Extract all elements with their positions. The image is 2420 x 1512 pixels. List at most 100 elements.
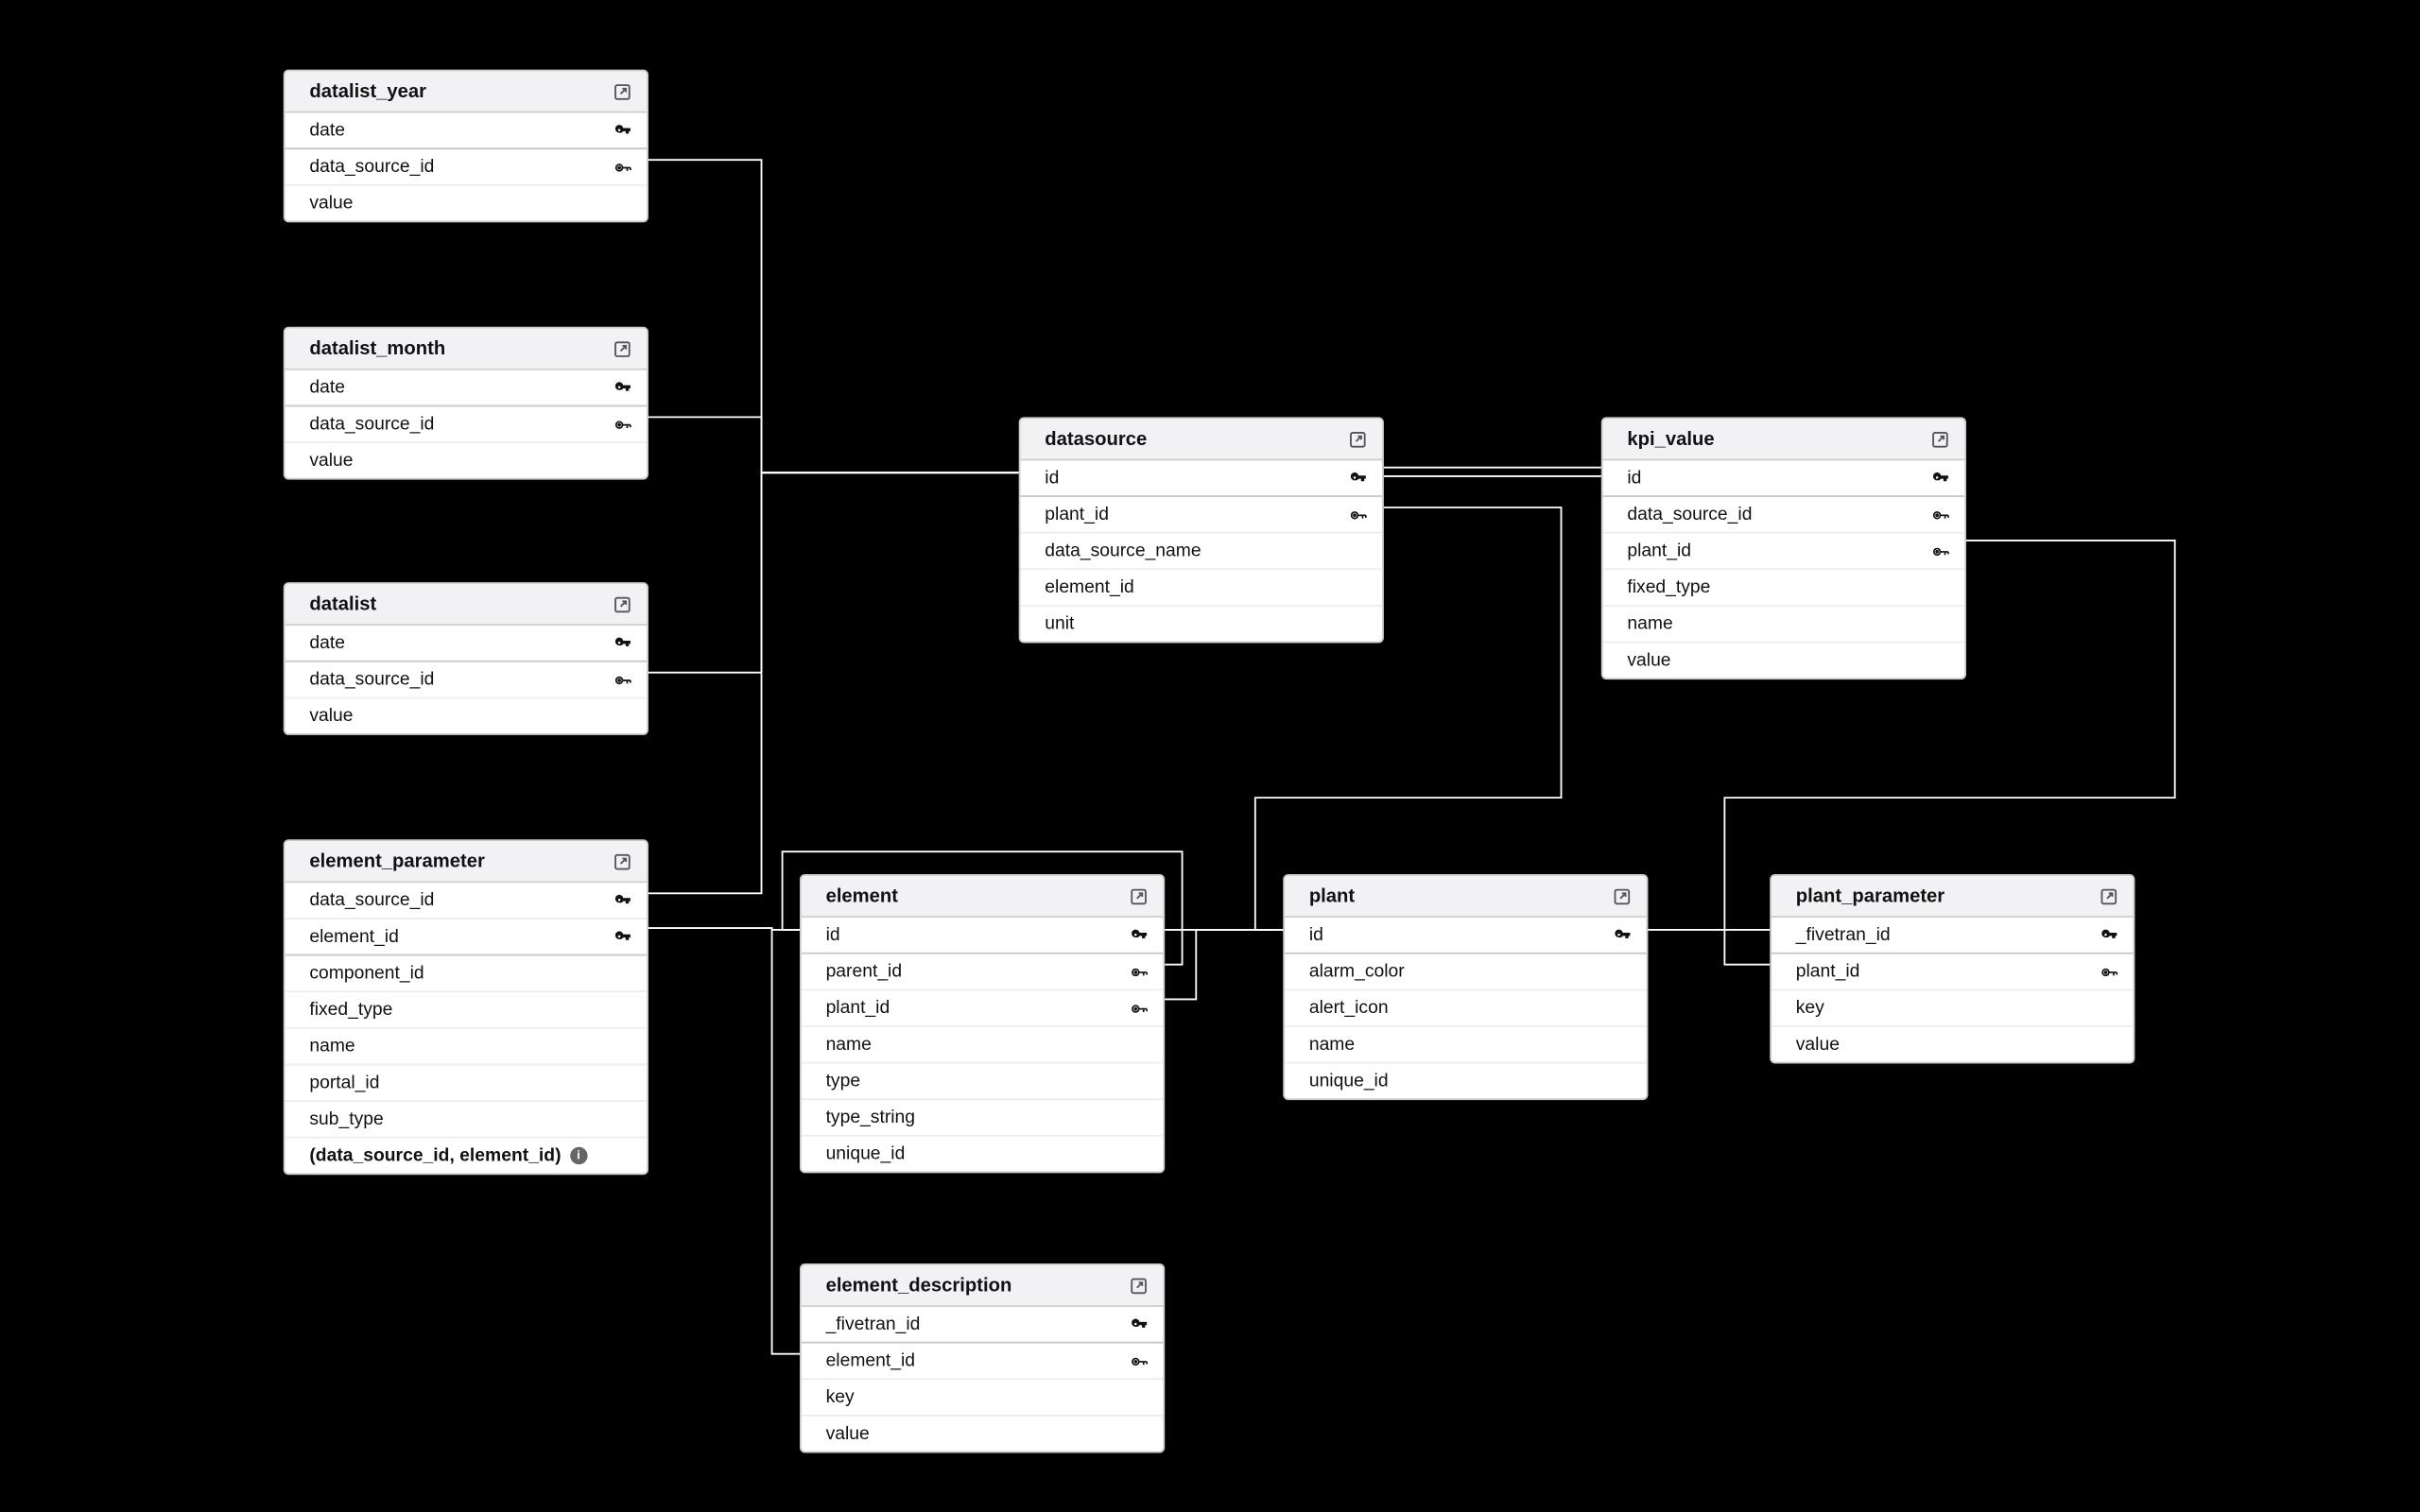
entity-header[interactable]: datasource — [1021, 419, 1383, 460]
erd-canvas[interactable]: datalist_yeardatedata_source_idvaluedata… — [0, 0, 2416, 1512]
column-row[interactable]: data_source_id — [1603, 495, 1965, 533]
entity-header[interactable]: element_parameter — [285, 841, 648, 883]
column-row[interactable]: alert_icon — [1285, 990, 1647, 1027]
column-row[interactable]: value — [285, 443, 648, 478]
column-row[interactable]: plant_id — [1603, 534, 1965, 571]
expand-icon[interactable] — [611, 850, 633, 872]
entity-header[interactable]: datalist — [285, 584, 648, 626]
column-row[interactable]: element_id — [285, 919, 648, 956]
column-row[interactable]: key — [802, 1380, 1164, 1417]
column-row[interactable]: type — [802, 1064, 1164, 1101]
column-row[interactable]: plant_id — [802, 990, 1164, 1027]
column-row[interactable]: fixed_type — [1603, 570, 1965, 607]
primary-key-icon — [614, 121, 632, 140]
entity-element_parameter[interactable]: element_parameterdata_source_idelement_i… — [284, 839, 648, 1175]
column-row[interactable]: value — [285, 698, 648, 733]
entity-title: plant — [1309, 885, 1355, 906]
column-row[interactable]: sub_type — [285, 1102, 648, 1139]
entity-header[interactable]: element_description — [802, 1265, 1164, 1307]
column-row[interactable]: parent_id — [802, 953, 1164, 990]
column-label: data_source_name — [1045, 541, 1201, 561]
column-row[interactable]: data_source_name — [1021, 534, 1383, 571]
expand-icon[interactable] — [1127, 1274, 1150, 1297]
column-label: type_string — [826, 1107, 915, 1127]
column-row[interactable]: fixed_type — [285, 992, 648, 1029]
entity-datalist_year[interactable]: datalist_yeardate data_source_idvalue — [284, 70, 648, 223]
expand-icon[interactable] — [1127, 885, 1150, 907]
entity-plant_parameter[interactable]: plant_parameter_fivetran_idplant_idkeyva… — [1770, 874, 2135, 1063]
column-row[interactable]: value — [1772, 1027, 2134, 1062]
column-row[interactable]: date — [285, 113, 648, 150]
column-row[interactable]: component_id — [285, 954, 648, 992]
entity-datasource[interactable]: datasourceidplant_id data_source_nameelem… — [1019, 417, 1384, 643]
foreign-key-icon — [1349, 505, 1368, 524]
column-label: date — [309, 632, 345, 653]
column-label: element_id — [1045, 577, 1133, 598]
entity-header[interactable]: plant — [1285, 876, 1647, 918]
entity-header[interactable]: element — [802, 876, 1164, 918]
column-row[interactable]: id — [1285, 918, 1647, 954]
expand-icon[interactable] — [1610, 885, 1633, 907]
entity-datalist[interactable]: datalist date data_source_idvalue — [284, 582, 648, 735]
column-row[interactable]: alarm_color — [1285, 953, 1647, 990]
entity-datalist_month[interactable]: datalist_monthdatedata_source_idvalue — [284, 327, 648, 480]
column-row[interactable]: value — [285, 186, 648, 221]
column-row[interactable]: unit — [1021, 607, 1383, 642]
entity-element_description[interactable]: element_description_fivetran_idelement_i… — [800, 1263, 1165, 1452]
column-label: name — [1627, 613, 1672, 634]
column-row[interactable]: key — [1772, 990, 2134, 1027]
column-label: plant_id — [826, 998, 890, 1019]
entity-title: element — [826, 885, 898, 906]
entity-kpi_value[interactable]: kpi_valueid data_source_id plant_idfixed_t… — [1601, 417, 1966, 679]
column-row[interactable]: _fivetran_id — [802, 1307, 1164, 1344]
column-label: data_source_id — [309, 157, 434, 178]
column-row[interactable]: data_source_id — [285, 661, 648, 698]
foreign-key-icon — [1130, 999, 1149, 1018]
expand-icon[interactable] — [611, 80, 633, 103]
primary-key-icon — [2100, 925, 2119, 944]
column-row[interactable]: element_id — [802, 1342, 1164, 1380]
column-row[interactable]: name — [1603, 607, 1965, 644]
entity-header[interactable]: datalist_month — [285, 329, 648, 370]
expand-icon[interactable] — [2097, 885, 2119, 907]
entity-plant[interactable]: plant id alarm_coloralert_iconnameunique_i… — [1283, 874, 1648, 1100]
column-label: id — [1309, 924, 1323, 945]
column-row[interactable]: value — [1603, 643, 1965, 678]
column-row[interactable]: data_source_id — [285, 883, 648, 919]
entity-header[interactable]: datalist_year — [285, 71, 648, 112]
column-row[interactable]: portal_id — [285, 1065, 648, 1102]
column-row[interactable]: plant_id — [1772, 953, 2134, 990]
column-row[interactable]: type_string — [802, 1100, 1164, 1137]
column-row[interactable]: (data_source_id, element_id)i — [285, 1139, 648, 1174]
column-row[interactable]: plant_id — [1021, 495, 1383, 533]
column-row[interactable]: name — [1285, 1027, 1647, 1064]
entity-header[interactable]: kpi_value — [1603, 419, 1965, 460]
column-row[interactable]: name — [802, 1027, 1164, 1064]
column-row[interactable]: value — [802, 1417, 1164, 1452]
expand-icon[interactable] — [611, 593, 633, 615]
column-row[interactable]: data_source_id — [285, 147, 648, 185]
column-label: unit — [1045, 613, 1074, 634]
column-row[interactable]: date — [285, 370, 648, 407]
expand-icon[interactable] — [611, 337, 633, 360]
column-row[interactable]: name — [285, 1029, 648, 1066]
column-row[interactable]: _fivetran_id — [1772, 918, 2134, 954]
column-row[interactable]: data_source_id — [285, 405, 648, 443]
expand-icon[interactable] — [1928, 427, 1951, 450]
column-label: parent_id — [826, 961, 903, 982]
expand-icon[interactable] — [1345, 427, 1368, 450]
column-row[interactable]: unique_id — [802, 1137, 1164, 1172]
primary-key-icon — [1130, 1314, 1149, 1333]
entity-header[interactable]: plant_parameter — [1772, 876, 2134, 918]
column-label: value — [309, 706, 353, 727]
column-row[interactable]: unique_id — [1285, 1064, 1647, 1099]
connector-line — [772, 928, 800, 1354]
column-row[interactable]: id — [802, 918, 1164, 954]
column-row[interactable]: id — [1021, 460, 1383, 497]
column-row[interactable]: element_id — [1021, 570, 1383, 607]
column-label: date — [309, 120, 345, 141]
column-row[interactable]: date — [285, 626, 648, 662]
entity-element[interactable]: element id parent_id plant_idnametype type_s… — [800, 874, 1165, 1173]
column-label: data_source_id — [1627, 504, 1752, 524]
column-row[interactable]: id — [1603, 460, 1965, 497]
